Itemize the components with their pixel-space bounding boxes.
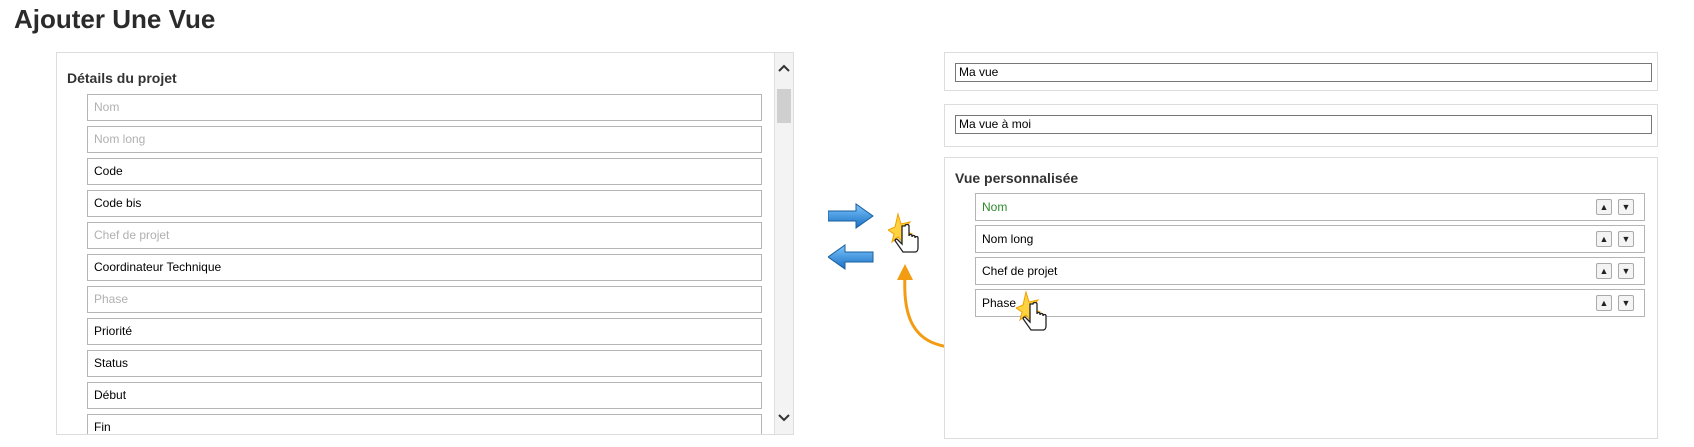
- available-fields-title: Détails du projet: [67, 70, 177, 86]
- selected-field-label: Nom long: [982, 232, 1034, 246]
- selected-field-nom[interactable]: Nom ▲ ▼: [975, 193, 1645, 221]
- arrow-down-icon[interactable]: ▼: [1618, 295, 1634, 311]
- arrow-up-icon[interactable]: ▲: [1596, 199, 1612, 215]
- scrollbar-thumb[interactable]: [777, 89, 791, 123]
- selected-field-nom-long[interactable]: Nom long ▲ ▼: [975, 225, 1645, 253]
- hand-cursor-icon: [1014, 290, 1060, 343]
- arrow-right-icon[interactable]: [827, 203, 874, 234]
- hand-cursor-icon: [886, 212, 932, 265]
- arrow-left-icon[interactable]: [827, 244, 874, 275]
- field-coordinateur-technique[interactable]: Coordinateur Technique: [87, 254, 762, 281]
- arrow-down-icon[interactable]: ▼: [1618, 263, 1634, 279]
- view-name-box: [944, 52, 1658, 91]
- field-priorite[interactable]: Priorité: [87, 318, 762, 345]
- field-nom: Nom: [87, 94, 762, 121]
- field-debut[interactable]: Début: [87, 382, 762, 409]
- field-status[interactable]: Status: [87, 350, 762, 377]
- arrow-down-icon[interactable]: ▼: [1618, 231, 1634, 247]
- selected-fields-list: Nom ▲ ▼ Nom long ▲ ▼ Chef de projet ▲ ▼ Pha…: [975, 193, 1645, 321]
- chevron-up-icon[interactable]: [775, 61, 793, 76]
- selected-field-label: Chef de projet: [982, 264, 1058, 278]
- arrow-up-icon[interactable]: ▲: [1596, 231, 1612, 247]
- field-fin[interactable]: Fin: [87, 414, 762, 434]
- view-description-box: [944, 104, 1658, 147]
- view-name-input[interactable]: [955, 63, 1652, 82]
- field-code[interactable]: Code: [87, 158, 762, 185]
- arrow-up-icon[interactable]: ▲: [1596, 295, 1612, 311]
- arrow-down-icon[interactable]: ▼: [1618, 199, 1634, 215]
- page-title: Ajouter Une Vue: [14, 4, 216, 34]
- arrow-up-icon[interactable]: ▲: [1596, 263, 1612, 279]
- field-phase: Phase: [87, 286, 762, 313]
- selected-field-phase[interactable]: Phase ▲ ▼: [975, 289, 1645, 317]
- vertical-scrollbar[interactable]: [774, 53, 793, 434]
- available-fields-panel: Détails du projet Nom Nom long Code Code…: [56, 52, 794, 435]
- selected-field-chef-de-projet[interactable]: Chef de projet ▲ ▼: [975, 257, 1645, 285]
- selected-field-label: Phase: [982, 296, 1017, 310]
- selected-field-label: Nom: [982, 200, 1008, 214]
- available-fields-list: Nom Nom long Code Code bis Chef de proje…: [87, 94, 762, 434]
- custom-view-title: Vue personnalisée: [955, 170, 1079, 186]
- field-code-bis[interactable]: Code bis: [87, 190, 762, 217]
- field-nom-long: Nom long: [87, 126, 762, 153]
- field-chef-de-projet: Chef de projet: [87, 222, 762, 249]
- chevron-down-icon[interactable]: [775, 411, 793, 426]
- view-description-input[interactable]: [955, 115, 1652, 134]
